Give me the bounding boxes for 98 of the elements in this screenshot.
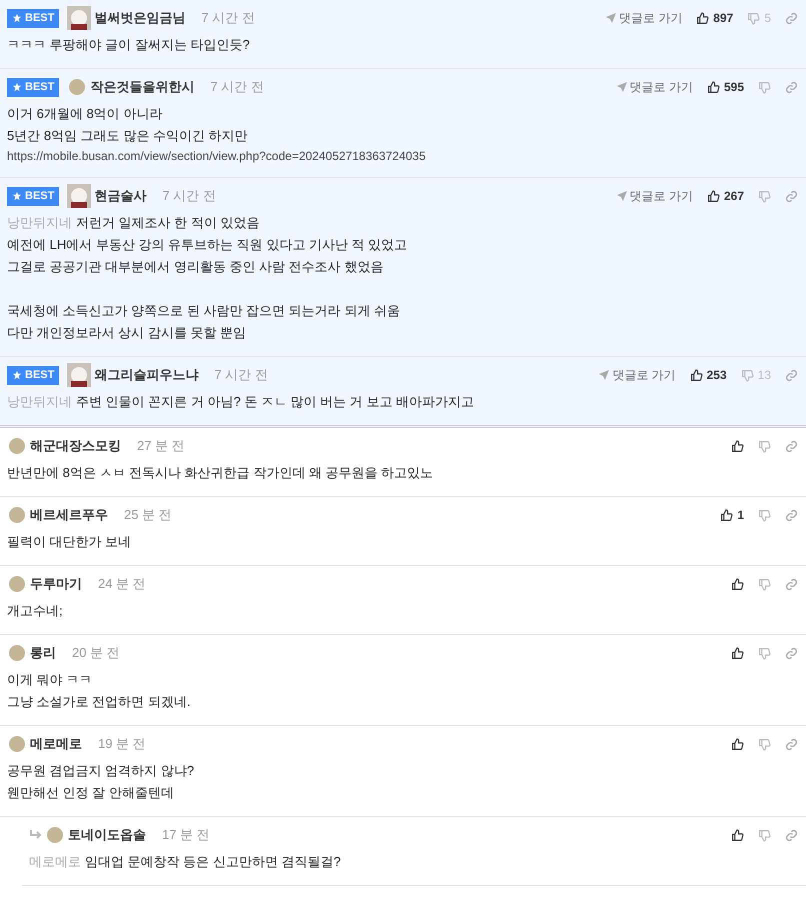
thumbs-up-icon[interactable]: [720, 508, 734, 522]
comment-time: 20 분 전: [72, 644, 120, 662]
comment-text: ㅋㅋㅋ 루팡해야 글이 잘써지는 타입인듯?: [7, 36, 251, 54]
thumbs-up-icon[interactable]: [690, 368, 703, 382]
comment-time: 19 분 전: [98, 735, 146, 754]
thumbs-up-icon[interactable]: [731, 578, 744, 590]
author-name[interactable]: 해군대장스모킹: [30, 436, 121, 456]
author-name[interactable]: 작은것들을위한시: [90, 77, 194, 97]
like-count: 253: [706, 367, 727, 384]
thumbs-up-icon[interactable]: [731, 828, 744, 842]
comment-time: 7 시간 전: [214, 366, 268, 384]
thumbs-up-icon[interactable]: [731, 646, 744, 660]
comment-time: 27 분 전: [137, 437, 185, 456]
author-name[interactable]: 왜그리슬피우느냐: [94, 365, 198, 385]
go-to-comment-link[interactable]: 댓글로 가기: [616, 78, 693, 96]
comment-text: 웬만해선 인정 잘 안해줄텐데: [7, 784, 175, 802]
like-count: 267: [724, 188, 744, 205]
like-count: 595: [724, 79, 744, 96]
thumbs-down-icon[interactable]: [758, 646, 771, 660]
author-name[interactable]: 베르세르푸우: [30, 505, 108, 525]
thumbs-down-icon[interactable]: [758, 828, 771, 842]
send-arrow-icon: [599, 370, 610, 380]
go-to-comment-link[interactable]: 댓글로 가기: [606, 9, 682, 27]
author-name[interactable]: 두루마기: [30, 574, 82, 594]
comment-time: 7 시간 전: [201, 9, 255, 28]
article-link[interactable]: https://mobile.busan.com/view/section/view.php?code=2024052718363724035: [7, 147, 798, 165]
avatar-icon: [7, 436, 27, 456]
author-name[interactable]: 메로메로: [30, 734, 82, 754]
link-icon[interactable]: [785, 828, 798, 842]
comment-text: 반년만에 8억은 ㅅㅂ 전독시나 화산귀한급 작가인데 왜 공무원을 하고있노: [7, 464, 434, 482]
avatar-icon: [7, 505, 27, 525]
thumbs-down-icon[interactable]: [758, 508, 771, 522]
avatar-icon: [7, 734, 27, 754]
link-icon[interactable]: [785, 12, 798, 24]
avatar-icon: [67, 77, 88, 97]
thumbs-down-icon[interactable]: [758, 190, 771, 202]
send-arrow-icon: [616, 191, 627, 201]
thumbs-up-icon[interactable]: [706, 80, 720, 94]
comment-text: 국세청에 소득신고가 양쪽으로 된 사람만 잡으면 되는거라 되게 쉬움: [7, 302, 401, 320]
comment-text: 임대업 문예창작 등은 신고만하면 겸직될걸?: [85, 853, 341, 871]
comment-text: 이게 뭐야 ㅋㅋ: [7, 671, 94, 689]
comment-text: 필력이 대단한가 보네: [7, 533, 132, 551]
comment-text: 5년간 8억임 그래도 많은 수익이긴 하지만: [7, 127, 249, 145]
link-icon[interactable]: [785, 738, 798, 750]
comment-text: 이거 6개월에 8억이 아니라: [7, 105, 164, 123]
best-badge: BEST: [7, 78, 60, 96]
comment-text: 공무원 겸업금지 엄격하지 않냐?: [7, 762, 196, 780]
star-icon: [12, 370, 22, 380]
link-icon[interactable]: [785, 508, 798, 522]
thumbs-down-icon[interactable]: [740, 368, 754, 382]
thumbs-down-icon[interactable]: [758, 440, 771, 452]
comment-time: 7 시간 전: [162, 187, 216, 206]
comment-text: 그냥 소설가로 전업하면 되겠네.: [7, 693, 192, 711]
thumbs-down-icon[interactable]: [758, 80, 771, 94]
dislike-count: 5: [764, 10, 771, 27]
thumbs-up-icon[interactable]: [706, 190, 720, 202]
thumbs-up-icon[interactable]: [731, 440, 744, 452]
comment-time: 7 시간 전: [210, 78, 264, 96]
comment-text: 그걸로 공공기관 대부분에서 영리활동 중인 사람 전수조사 했었음: [7, 258, 384, 276]
star-icon: [12, 191, 22, 201]
comment-text: 다만 개인정보라서 상시 감시를 못할 뿐임: [7, 324, 248, 342]
send-arrow-icon: [616, 82, 627, 92]
comment-text: 주변 인물이 꼰지른 거 아님? 돈 ㅈㄴ 많이 버는 거 보고 배아파가지고: [76, 393, 474, 411]
avatar-icon: [7, 574, 27, 594]
comment-text: 예전에 LH에서 부동산 강의 유투브하는 직원 있다고 기사난 적 있었고: [7, 236, 408, 254]
comment-text: 저런거 일제조사 한 적이 있었음: [76, 214, 260, 232]
best-badge: BEST: [7, 366, 60, 384]
dislike-count: 13: [758, 367, 771, 384]
go-to-comment-link[interactable]: 댓글로 가기: [599, 366, 676, 384]
best-badge: BEST: [7, 8, 60, 28]
like-count: 1: [737, 507, 744, 524]
link-icon[interactable]: [785, 646, 798, 660]
author-name[interactable]: 롱리: [30, 643, 56, 663]
author-name[interactable]: 벌써벗은임금님: [94, 8, 186, 28]
comment-time: 24 분 전: [98, 575, 146, 594]
avatar-icon: [45, 825, 65, 845]
link-icon[interactable]: [785, 80, 798, 94]
thumbs-down-icon[interactable]: [747, 12, 760, 24]
go-to-comment-link[interactable]: 댓글로 가기: [616, 187, 693, 205]
avatar-icon: [7, 643, 27, 663]
author-name[interactable]: 현금술사: [94, 186, 146, 206]
star-icon: [12, 82, 22, 92]
thumbs-down-icon[interactable]: [758, 738, 771, 750]
send-arrow-icon: [606, 13, 616, 23]
thumbs-up-icon[interactable]: [696, 12, 710, 24]
comment-time: 17 분 전: [162, 826, 210, 844]
best-badge: BEST: [7, 186, 60, 206]
link-icon[interactable]: [785, 190, 798, 202]
thumbs-down-icon[interactable]: [758, 578, 771, 590]
comment-text: 개고수네;: [7, 602, 64, 620]
comment-time: 25 분 전: [124, 506, 172, 524]
like-count: 897: [713, 10, 734, 27]
link-icon[interactable]: [785, 578, 798, 590]
link-icon[interactable]: [785, 368, 798, 382]
link-icon[interactable]: [785, 440, 798, 452]
thumbs-up-icon[interactable]: [731, 738, 744, 750]
star-icon: [12, 13, 22, 23]
author-name[interactable]: 토네이도옵솔: [68, 825, 146, 845]
